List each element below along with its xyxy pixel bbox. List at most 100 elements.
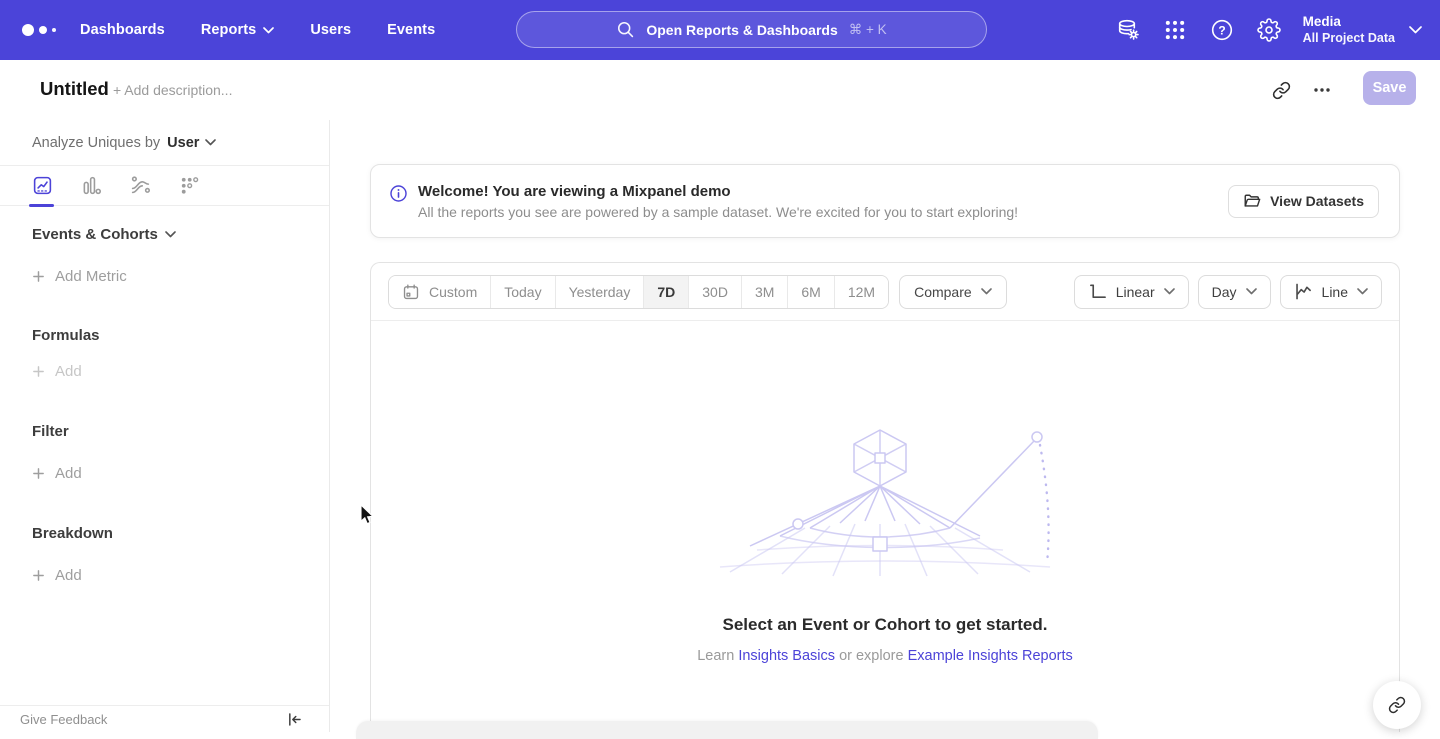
nav-item-label: Users	[310, 22, 351, 38]
range-label: Custom	[429, 284, 477, 300]
global-search-input[interactable]: Open Reports & Dashboards ⌘ + K	[516, 11, 987, 48]
help-button[interactable]: ?	[1199, 0, 1246, 60]
plus-icon	[32, 467, 45, 480]
add-breakdown-button[interactable]: Add	[32, 567, 82, 584]
chart-type-dropdown[interactable]: Line	[1280, 275, 1382, 309]
range-label: 12M	[848, 284, 875, 300]
view-datasets-button[interactable]: View Datasets	[1228, 185, 1379, 218]
scale-label: Linear	[1116, 284, 1155, 300]
project-switcher[interactable]: Media All Project Data	[1303, 14, 1422, 47]
plus-icon	[32, 365, 45, 378]
chevron-down-icon	[1164, 288, 1175, 295]
range-12m[interactable]: 12M	[835, 276, 888, 308]
tab-insights-line[interactable]	[31, 175, 53, 197]
interval-dropdown[interactable]: Day	[1198, 275, 1271, 309]
search-icon	[616, 20, 635, 39]
nav-item-dashboards[interactable]: Dashboards	[80, 22, 165, 38]
chevron-down-icon	[1409, 26, 1422, 34]
nav-item-reports[interactable]: Reports	[201, 22, 275, 38]
share-link-fab[interactable]	[1373, 681, 1421, 729]
line-chart-icon	[1294, 282, 1313, 301]
tab-bar-chart[interactable]	[80, 175, 102, 197]
chevron-down-icon	[165, 231, 176, 238]
results-table-peek[interactable]	[356, 721, 1098, 739]
plus-icon	[32, 270, 45, 283]
range-6m[interactable]: 6M	[788, 276, 834, 308]
chart-toolbar: Custom Today Yesterday 7D 30D 3M 6M 12M …	[371, 263, 1399, 321]
search-shortcut: ⌘ + K	[849, 22, 887, 38]
banner-title: Welcome! You are viewing a Mixpanel demo	[418, 183, 1018, 200]
nav-item-events[interactable]: Events	[387, 22, 435, 38]
scale-dropdown[interactable]: Linear	[1074, 275, 1189, 309]
plus-icon	[32, 569, 45, 582]
analyze-value: User	[167, 135, 199, 151]
empty-state-subtitle: Learn Insights Basics or explore Example…	[371, 648, 1399, 664]
example-reports-link[interactable]: Example Insights Reports	[908, 648, 1073, 664]
report-title[interactable]: Untitled	[40, 78, 109, 100]
query-builder-sidebar: Analyze Uniques by User	[0, 120, 330, 732]
action-label: Add	[55, 465, 82, 482]
primary-nav: Dashboards Reports Users Events	[80, 0, 435, 60]
database-gear-icon	[1116, 18, 1140, 42]
collapse-sidebar-button[interactable]	[286, 711, 303, 728]
nav-item-label: Dashboards	[80, 22, 165, 38]
retention-tab-icon	[179, 175, 200, 196]
events-cohorts-section-title[interactable]: Events & Cohorts	[32, 226, 176, 243]
insights-basics-link[interactable]: Insights Basics	[738, 648, 835, 664]
grid-dots-icon	[1164, 19, 1186, 41]
apps-grid-button[interactable]	[1152, 0, 1199, 60]
range-30d[interactable]: 30D	[689, 276, 742, 308]
chart-type-label: Line	[1322, 284, 1348, 300]
compare-label: Compare	[914, 284, 972, 300]
nav-item-label: Reports	[201, 22, 257, 38]
mixpanel-logo-icon[interactable]	[22, 24, 56, 36]
project-scope: All Project Data	[1303, 31, 1395, 47]
chevron-down-icon	[263, 27, 274, 34]
give-feedback-link[interactable]: Give Feedback	[20, 712, 107, 727]
add-description-field[interactable]: + Add description...	[113, 82, 232, 98]
copy-link-button[interactable]	[1268, 77, 1294, 103]
compare-dropdown[interactable]: Compare	[899, 275, 1007, 309]
add-formula-button[interactable]: Add	[32, 363, 82, 380]
range-label: Today	[504, 284, 541, 300]
range-7d-selected[interactable]: 7D	[644, 276, 689, 308]
section-label: Filter	[32, 423, 69, 440]
analyze-label: Analyze Uniques by	[32, 135, 160, 151]
navbar-right-group: ? Media All Project Data	[1105, 0, 1422, 60]
info-icon	[389, 184, 408, 203]
collapse-left-icon	[286, 711, 303, 728]
chart-type-tabs	[0, 166, 329, 206]
report-header: Untitled + Add description... Save	[0, 60, 1440, 120]
range-yesterday[interactable]: Yesterday	[556, 276, 645, 308]
range-label: 7D	[657, 284, 675, 300]
save-button[interactable]: Save	[1363, 71, 1416, 105]
section-label: Events & Cohorts	[32, 226, 158, 243]
range-today[interactable]: Today	[491, 276, 555, 308]
tab-flows[interactable]	[129, 175, 151, 197]
line-chart-tab-icon	[32, 175, 53, 196]
nav-item-label: Events	[387, 22, 435, 38]
breakdown-section-title: Breakdown	[32, 525, 113, 542]
chevron-down-icon	[1357, 288, 1368, 295]
view-datasets-label: View Datasets	[1270, 193, 1364, 209]
section-label: Breakdown	[32, 525, 113, 542]
subtitle-text: Learn	[697, 648, 734, 664]
nav-item-users[interactable]: Users	[310, 22, 351, 38]
add-metric-button[interactable]: Add Metric	[32, 268, 127, 285]
add-filter-button[interactable]: Add	[32, 465, 82, 482]
help-icon: ?	[1210, 18, 1234, 42]
empty-state-illustration	[695, 424, 1075, 579]
empty-state-title: Select an Event or Cohort to get started…	[371, 615, 1399, 635]
section-label: Formulas	[32, 327, 100, 344]
range-custom[interactable]: Custom	[389, 276, 491, 308]
analyze-unit-dropdown[interactable]: User	[167, 135, 216, 151]
range-3m[interactable]: 3M	[742, 276, 788, 308]
tab-retention[interactable]	[178, 175, 200, 197]
filter-section-title: Filter	[32, 423, 69, 440]
more-options-button[interactable]	[1308, 77, 1336, 103]
range-label: 3M	[755, 284, 774, 300]
settings-button[interactable]	[1246, 0, 1293, 60]
data-management-button[interactable]	[1105, 0, 1152, 60]
gear-icon	[1257, 18, 1281, 42]
flows-tab-icon	[130, 175, 151, 196]
